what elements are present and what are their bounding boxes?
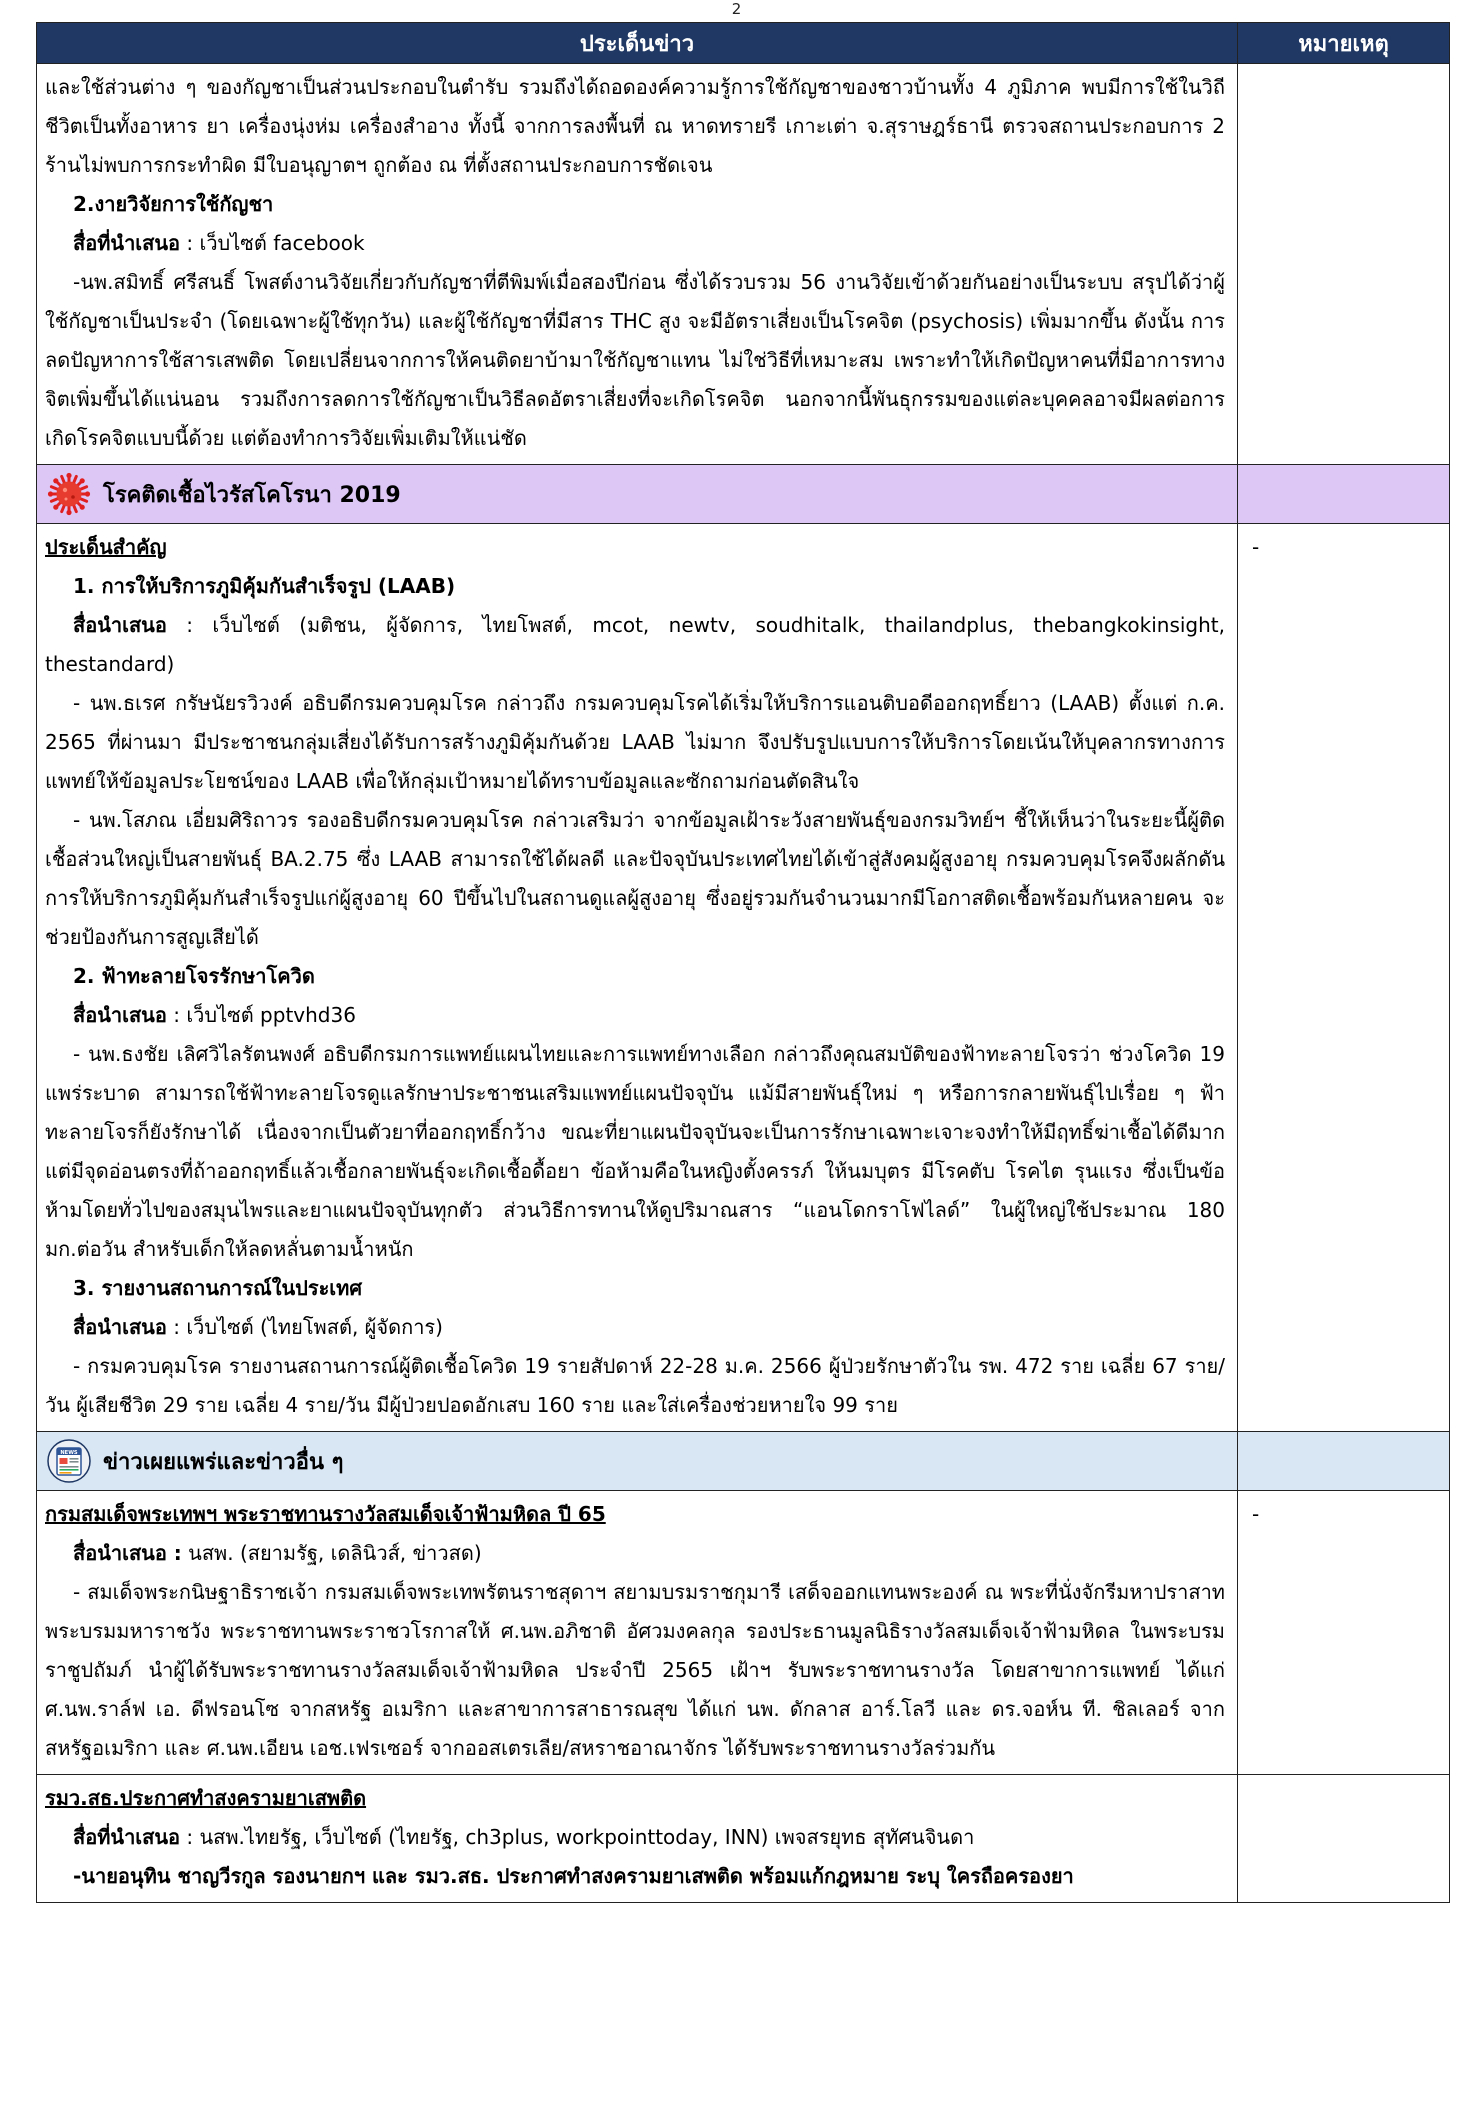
page-number: 2 (731, 0, 742, 18)
media-value: : นสพ.ไทยรัฐ, เว็บไซต์ (ไทยรัฐ, ch3plus,… (180, 1825, 975, 1849)
media-value: : เว็บไซต์ (มติชน, ผู้จัดการ, ไทยโพสต์, … (45, 613, 1225, 676)
header-topic: ประเด็นข่าว (36, 22, 1238, 64)
covid-section-cell: โรคติดเชื้อไวรัสโคโรนา 2019 (36, 464, 1238, 524)
media-label: สื่อนำเสนอ : (73, 1541, 182, 1565)
media-label: สื่อนำเสนอ (73, 1315, 167, 1339)
media-value: : เว็บไซต์ facebook (180, 231, 365, 255)
media-value: นสพ. (สยามรัฐ, เดลินิวส์, ข่าวสด) (181, 1541, 482, 1565)
covid-item1-para1: - นพ.ธเรศ กรัษนัยรวิวงค์ อธิบดีกรมควบคุม… (45, 691, 1225, 793)
cannabis-note-cell (1237, 63, 1450, 465)
covid-item3-media: สื่อนำเสนอ : เว็บไซต์ (ไทยโพสต์, ผู้จัดก… (45, 1308, 1225, 1347)
covid-note-cell: - (1237, 523, 1450, 1432)
media-label: สื่อนำเสนอ (73, 1003, 167, 1027)
covid-heading: ประเด็นสำคัญ (45, 535, 167, 559)
news-section-row: NEWS ข่าวเผยแพร่และข่าวอื่น ๆ (36, 1431, 1450, 1491)
header-note: หมายเหตุ (1237, 22, 1450, 64)
covid-cell: ประเด็นสำคัญ 1. การให้บริการภูมิคุ้มกันส… (36, 523, 1238, 1432)
news-icon: NEWS (47, 1439, 91, 1483)
covid-item2-title: 2. ฟ้าทะลายโจรรักษาโควิด (73, 964, 315, 988)
covid-item1-media: สื่อนำเสนอ : เว็บไซต์ (มติชน, ผู้จัดการ,… (45, 606, 1225, 684)
drugs-para: -นายอนุทิน ชาญวีรกูล รองนายกฯ และ รมว.สธ… (73, 1864, 1074, 1888)
table-row: และใช้ส่วนต่าง ๆ ของกัญชาเป็นส่วนประกอบใ… (36, 63, 1450, 465)
news-section-cell: NEWS ข่าวเผยแพร่และข่าวอื่น ๆ (36, 1431, 1238, 1491)
drugs-note-cell (1237, 1774, 1450, 1903)
cannabis-item-title: 2.งายวิจัยการใช้กัญชา (73, 192, 274, 216)
media-value: : เว็บไซต์ (ไทยโพสต์, ผู้จัดการ) (166, 1315, 443, 1339)
news-icon-label: NEWS (60, 1450, 78, 1456)
virus-icon (47, 472, 91, 516)
media-label: สื่อที่นำเสนอ (73, 231, 181, 255)
award-media: สื่อนำเสนอ : นสพ. (สยามรัฐ, เดลินิวส์, ข… (45, 1534, 1225, 1573)
covid-item2-para: - นพ.ธงชัย เลิศวิไลรัตนพงศ์ อธิบดีกรมการ… (45, 1042, 1225, 1261)
covid-section-note-cell (1237, 464, 1450, 524)
cannabis-paragraph-1: และใช้ส่วนต่าง ๆ ของกัญชาเป็นส่วนประกอบใ… (45, 75, 1225, 177)
news-table: ประเด็นข่าว หมายเหตุ และใช้ส่วนต่าง ๆ ขอ… (36, 22, 1450, 1903)
covid-item1-title: 1. การให้บริการภูมิคุ้มกันสำเร็จรูป (LAA… (73, 574, 456, 598)
cannabis-cell: และใช้ส่วนต่าง ๆ ของกัญชาเป็นส่วนประกอบใ… (36, 63, 1238, 465)
drugs-media: สื่อที่นำเสนอ : นสพ.ไทยรัฐ, เว็บไซต์ (ไท… (45, 1818, 1225, 1857)
covid-item1-para2: - นพ.โสภณ เอี่ยมศิริถาวร รองอธิบดีกรมควบ… (45, 808, 1225, 949)
award-heading: กรมสมเด็จพระเทพฯ พระราชทานรางวัลสมเด็จเจ… (45, 1502, 606, 1526)
table-row: ประเด็นสำคัญ 1. การให้บริการภูมิคุ้มกันส… (36, 523, 1450, 1432)
covid-item2-media: สื่อนำเสนอ : เว็บไซต์ pptvhd36 (45, 996, 1225, 1035)
drugs-heading: รมว.สธ.ประกาศทำสงครามยาเสพติด (45, 1786, 367, 1810)
cannabis-paragraph-2: -นพ.สมิทธิ์ ศรีสนธิ์ โพสต์งานวิจัยเกี่ยว… (45, 270, 1225, 450)
news-section-title: ข่าวเผยแพร่และข่าวอื่น ๆ (103, 1449, 344, 1475)
media-label: สื่อที่นำเสนอ (73, 1825, 181, 1849)
news-section-note-cell (1237, 1431, 1450, 1491)
covid-item3-para: - กรมควบคุมโรค รายงานสถานการณ์ผู้ติดเชื้… (45, 1354, 1225, 1417)
media-value: : เว็บไซต์ pptvhd36 (166, 1003, 356, 1027)
table-header-row: ประเด็นข่าว หมายเหตุ (36, 22, 1450, 64)
drugs-cell: รมว.สธ.ประกาศทำสงครามยาเสพติด สื่อที่นำเ… (36, 1774, 1238, 1903)
covid-section-title: โรคติดเชื้อไวรัสโคโรนา 2019 (103, 482, 401, 508)
award-cell: กรมสมเด็จพระเทพฯ พระราชทานรางวัลสมเด็จเจ… (36, 1490, 1238, 1775)
covid-item3-title: 3. รายงานสถานการณ์ในประเทศ (73, 1276, 363, 1300)
media-label: สื่อนำเสนอ (73, 613, 167, 637)
table-row: กรมสมเด็จพระเทพฯ พระราชทานรางวัลสมเด็จเจ… (36, 1490, 1450, 1775)
award-para: - สมเด็จพระกนิษฐาธิราชเจ้า กรมสมเด็จพระเ… (45, 1580, 1225, 1760)
covid-section-row: โรคติดเชื้อไวรัสโคโรนา 2019 (36, 464, 1450, 524)
cannabis-media-line: สื่อที่นำเสนอ : เว็บไซต์ facebook (45, 224, 1225, 263)
table-row: รมว.สธ.ประกาศทำสงครามยาเสพติด สื่อที่นำเ… (36, 1774, 1450, 1903)
award-note-cell: - (1237, 1490, 1450, 1775)
